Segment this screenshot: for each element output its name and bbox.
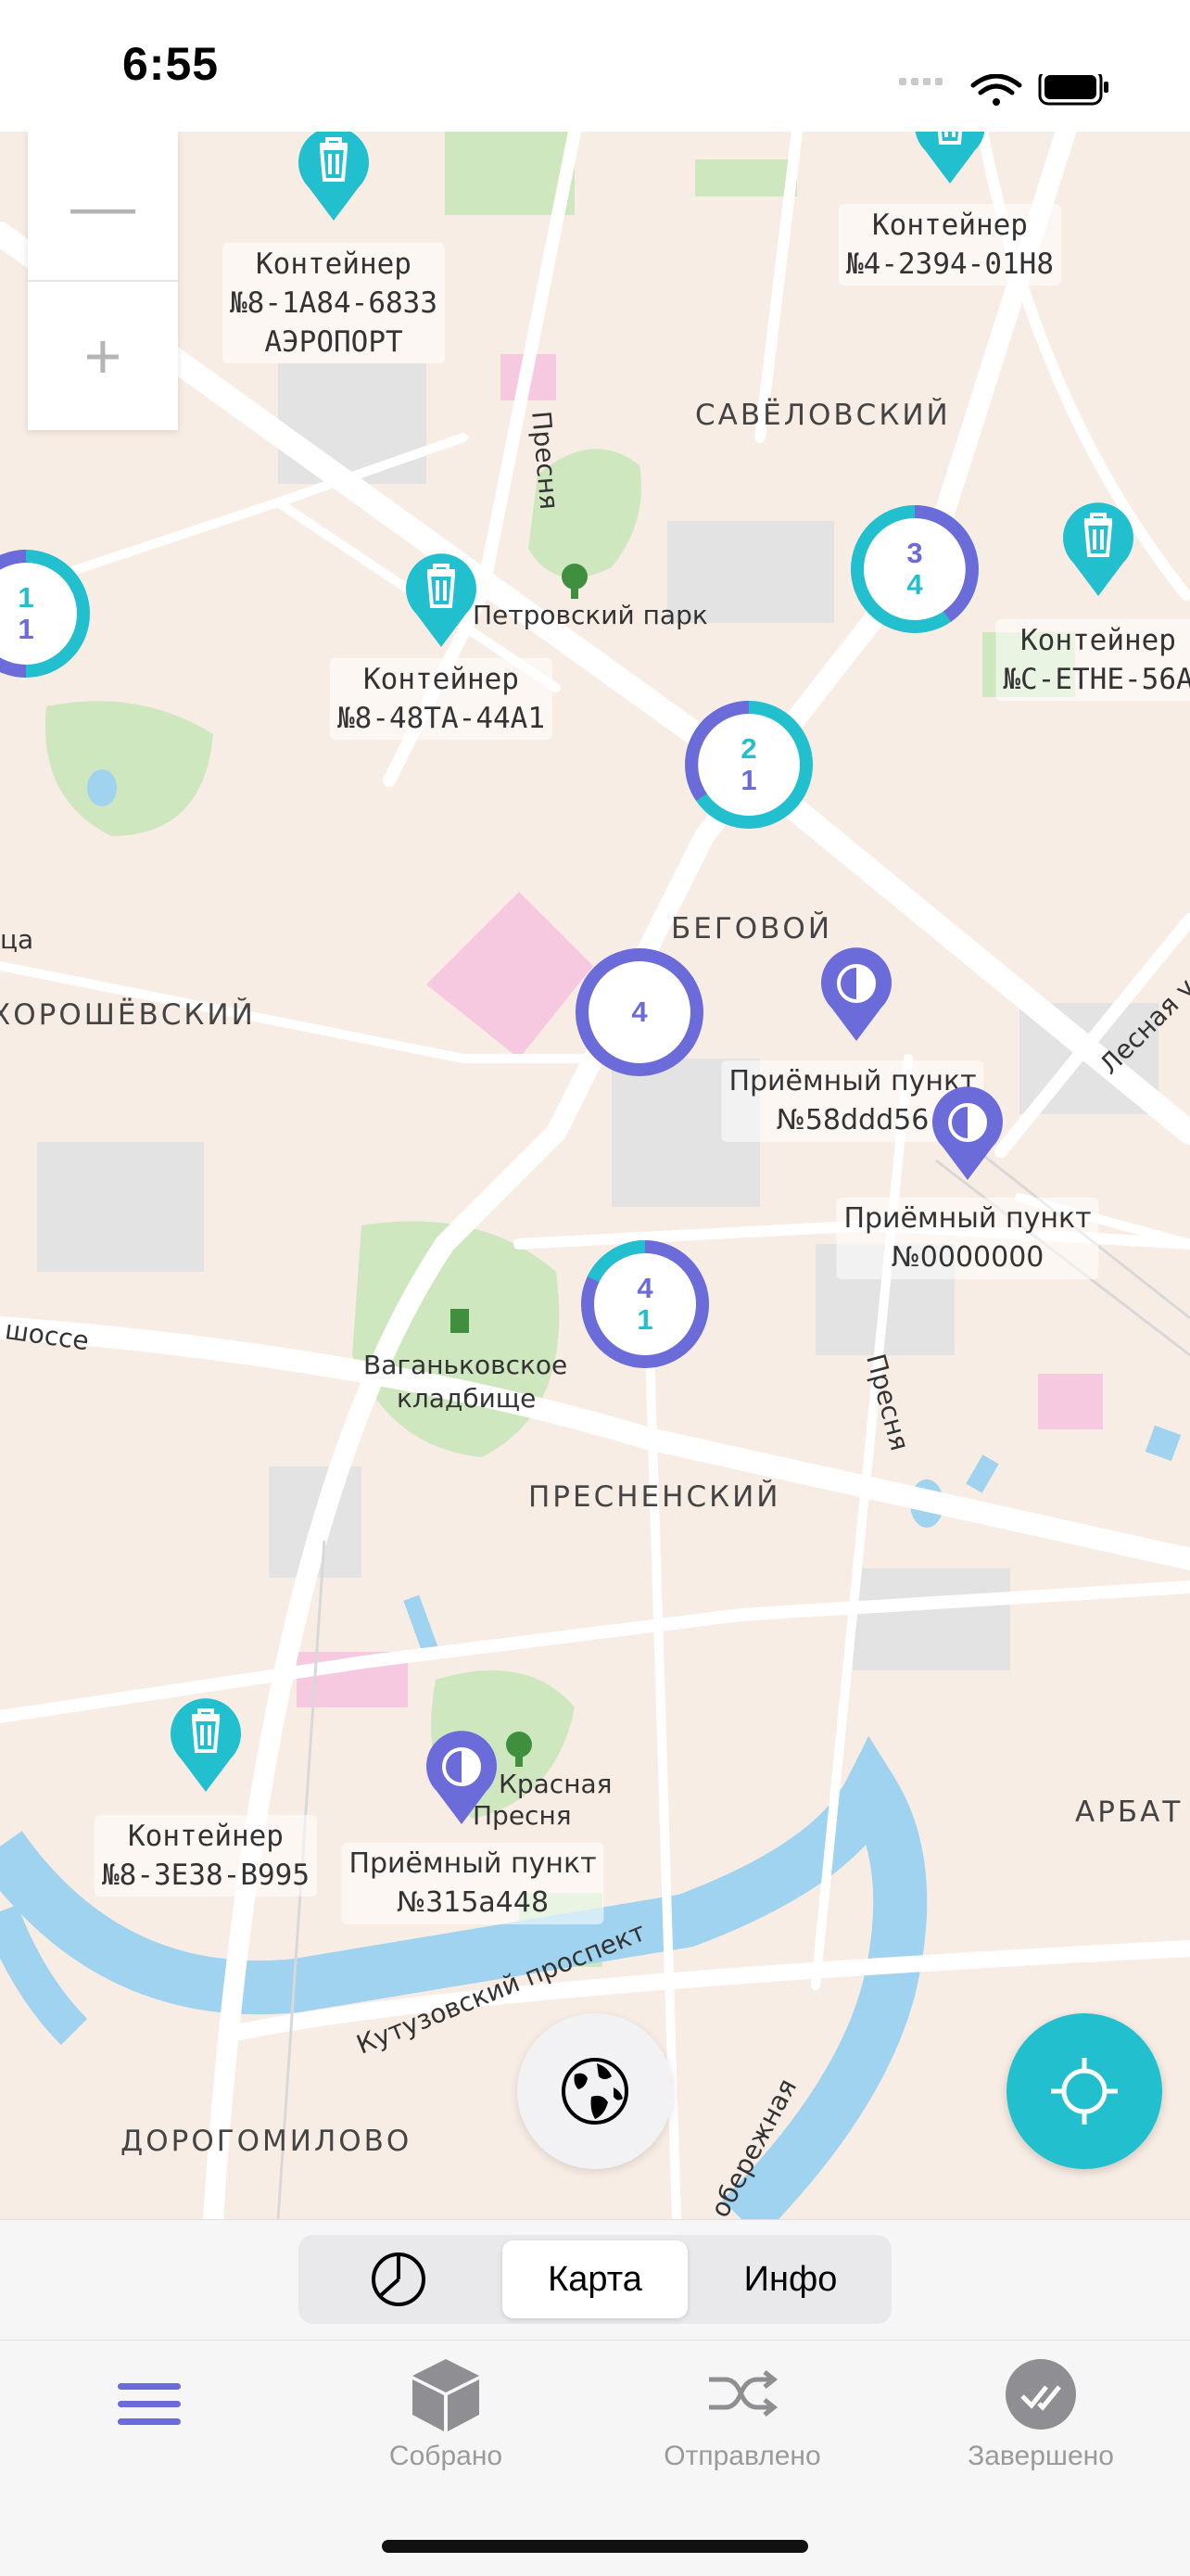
district-label-begovoy: БЕГОВОЙ bbox=[671, 912, 833, 945]
district-label-savelovsky: САВЁЛОВСКИЙ bbox=[695, 399, 951, 432]
battery-icon bbox=[1038, 74, 1108, 106]
cluster-count-bottom: 4 bbox=[906, 568, 923, 601]
box-icon bbox=[412, 2359, 479, 2431]
container-pin[interactable] bbox=[908, 132, 992, 187]
cluster-marker[interactable]: 4 bbox=[570, 943, 709, 1082]
segment-info[interactable]: Инфо bbox=[695, 2240, 886, 2318]
tab-sent[interactable]: Отправлено bbox=[627, 2355, 858, 2472]
locate-me-button[interactable] bbox=[1006, 2013, 1162, 2169]
cluster-marker[interactable]: 21 bbox=[679, 695, 818, 834]
view-switcher-bar: Карта Инфо bbox=[0, 2219, 1190, 2341]
globe-button[interactable] bbox=[517, 2013, 673, 2169]
cluster-count-top: 2 bbox=[741, 732, 757, 765]
district-label-khoroshevsky: ХОРОШЁВСКИЙ bbox=[0, 998, 256, 1032]
cluster-marker[interactable]: 11 bbox=[0, 544, 95, 683]
pie-chart-icon bbox=[372, 2252, 425, 2306]
tab-menu[interactable] bbox=[33, 2379, 265, 2437]
status-bar: 6:55 bbox=[0, 0, 1190, 132]
district-label-dorogomilovo: ДОРОГОМИЛОВО bbox=[120, 2125, 412, 2158]
container-label: Контейнер №8-3E38-B995 bbox=[95, 1815, 317, 1897]
container-pin[interactable] bbox=[292, 132, 375, 224]
zoom-out-button[interactable]: — bbox=[28, 132, 178, 282]
cluster-count-top: 3 bbox=[906, 537, 923, 569]
container-label: Контейнер №4-2394-01H8 bbox=[839, 204, 1061, 286]
cluster-count-bottom: 1 bbox=[741, 764, 757, 796]
cluster-count-bottom: 1 bbox=[18, 613, 34, 645]
container-label: Контейнер №8-48TA-44A1 bbox=[330, 658, 552, 740]
wifi-icon bbox=[970, 74, 1022, 106]
segmented-control: Карта Инфо bbox=[298, 2235, 892, 2324]
place-label-petrovsky-park: Петровский парк bbox=[473, 600, 708, 630]
map-view[interactable]: — + САВЁЛОВСКИЙ БЕГОВОЙ ХОРОШЁВСКИЙ ПРЕС… bbox=[0, 132, 1190, 2219]
collection-point-label: Приёмный пункт №315a448 bbox=[341, 1843, 604, 1924]
container-pin[interactable] bbox=[164, 1694, 247, 1796]
cluster-count-top: 4 bbox=[637, 1272, 653, 1304]
container-label: Контейнер №8-1A84-6833 АЭРОПОРТ bbox=[222, 243, 445, 363]
collection-point-pin[interactable] bbox=[420, 1726, 503, 1828]
menu-icon bbox=[118, 2383, 181, 2425]
place-label-kladbishche: кладбище bbox=[397, 1383, 537, 1414]
cluster-marker[interactable]: 34 bbox=[845, 500, 984, 639]
place-label-edge: ца bbox=[0, 924, 34, 955]
check-badge-icon bbox=[1006, 2359, 1076, 2430]
tab-sent-label: Отправлено bbox=[664, 2441, 821, 2471]
status-icons bbox=[899, 74, 1108, 106]
shuffle-icon bbox=[709, 2370, 779, 2417]
globe-icon bbox=[562, 2058, 628, 2125]
cluster-count-top: 4 bbox=[631, 996, 648, 1028]
container-pin[interactable] bbox=[399, 549, 483, 651]
status-time: 6:55 bbox=[122, 38, 220, 90]
zoom-controls: — + bbox=[28, 132, 178, 430]
signal-icon bbox=[899, 78, 943, 85]
place-label-vagankovskoe: Ваганьковское bbox=[363, 1350, 568, 1380]
segment-map[interactable]: Карта bbox=[502, 2240, 688, 2318]
tab-collected[interactable]: Собрано bbox=[330, 2355, 562, 2472]
segment-stats[interactable] bbox=[304, 2240, 493, 2318]
district-label-presnensky: ПРЕСНЕНСКИЙ bbox=[528, 1480, 781, 1514]
tab-completed[interactable]: Завершено bbox=[925, 2355, 1157, 2472]
collection-point-label: Приёмный пункт №0000000 bbox=[836, 1198, 1099, 1279]
zoom-in-button[interactable]: + bbox=[28, 282, 178, 430]
cluster-count-top: 1 bbox=[18, 581, 34, 614]
tab-collected-label: Собрано bbox=[388, 2441, 503, 2471]
container-label: Контейнер №C-ETHE-56A bbox=[995, 619, 1190, 701]
crosshair-icon bbox=[1051, 2058, 1118, 2125]
container-pin[interactable] bbox=[1057, 498, 1140, 600]
home-indicator bbox=[382, 2540, 808, 2553]
cluster-marker[interactable]: 41 bbox=[576, 1235, 715, 1374]
cluster-count-bottom: 1 bbox=[637, 1303, 653, 1336]
collection-point-pin[interactable] bbox=[815, 943, 898, 1045]
place-label-krasnaya: Красная bbox=[499, 1769, 613, 1799]
collection-point-pin[interactable] bbox=[926, 1082, 1009, 1184]
district-label-arbat: АРБАТ bbox=[1075, 1796, 1184, 1829]
tab-completed-label: Завершено bbox=[968, 2441, 1114, 2471]
